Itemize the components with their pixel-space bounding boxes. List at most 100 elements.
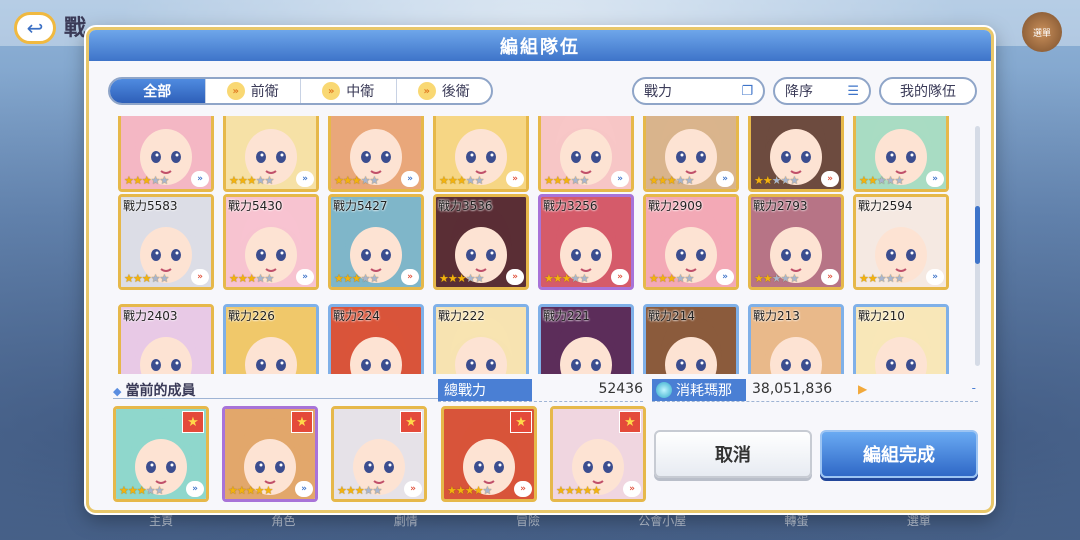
role-icon: » [716,171,734,187]
power-label: 戰力3536 [438,199,493,213]
chevron-icon: » [322,82,341,100]
character-card[interactable]: ★★★★★ » [223,116,319,192]
character-card[interactable]: 戰力3256 ★★★★★ » [538,194,634,290]
diamond-icon: ◆ [113,385,122,398]
nav-item: 轉蛋 [784,514,809,528]
power-label: 戰力221 [543,309,590,323]
star-badge-icon: ★ [182,411,204,433]
role-icon: » [821,269,839,285]
character-card[interactable]: ★★★★★ » [328,116,424,192]
team-member-slot[interactable]: ★ ★★★★★» [222,406,318,502]
character-card[interactable]: 戰力5430 ★★★★★ » [223,194,319,290]
team-member-slot[interactable]: ★ ★★★★★» [550,406,646,502]
star-rating: ★★★★★ [649,272,694,285]
team-member-slot[interactable]: ★ ★★★★★» [441,406,537,502]
role-icon: » [401,171,419,187]
character-card[interactable]: ★★★★★ » [433,116,529,192]
tab-middle[interactable]: » 中衛 [301,79,397,103]
star-rating: ★★★★★ [544,272,589,285]
back-arrow-icon: ↩ [26,16,44,40]
role-icon: » [611,269,629,285]
star-rating: ★★★★★ [859,174,904,187]
mana-cost-value: 38,051,836 [752,381,833,397]
role-icon: » [506,269,524,285]
back-button[interactable]: ↩ [14,12,56,44]
character-card[interactable]: ★★★★★ » [643,116,739,192]
page-title: 戰 [64,16,87,41]
chevron-icon: » [417,82,436,100]
role-icon: » [186,481,204,497]
star-rating: ★★★★★ [334,174,379,187]
character-card[interactable]: 戰力2403 [118,304,214,374]
character-card[interactable]: ★★★★★ » [748,116,844,192]
star-rating: ★★★★★ [124,174,169,187]
star-rating: ★★★★★ [556,484,601,497]
character-card[interactable]: 戰力5427 ★★★★★ » [328,194,424,290]
dropdown-icon: ❐ [741,83,753,99]
scrollbar[interactable] [975,126,980,366]
done-button[interactable]: 編組完成 [820,430,978,478]
character-card[interactable]: 戰力222 [433,304,529,374]
scroll-thumb[interactable] [975,206,980,264]
mana-cost: 消耗瑪那 38,051,836 ▶ - [652,379,978,402]
role-icon: » [295,481,313,497]
dialog-title: 編組隊伍 [89,30,991,61]
team-member-slot[interactable]: ★ ★★★★★» [331,406,427,502]
character-card[interactable]: 戰力221 [538,304,634,374]
tab-front[interactable]: » 前衛 [206,79,301,103]
star-rating: ★★★★★ [119,484,164,497]
sort-icon: ☰ [847,83,859,99]
character-card[interactable]: ★★★★★ » [853,116,949,192]
tab-back[interactable]: » 後衛 [397,79,492,103]
role-icon: » [296,269,314,285]
role-icon: » [926,171,944,187]
character-card[interactable]: 戰力224 [328,304,424,374]
star-rating: ★★★★★ [124,272,169,285]
power-label: 戰力5430 [228,199,283,213]
character-card[interactable]: 戰力2793 ★★★★★ » [748,194,844,290]
arrow-right-icon: ▶ [858,382,868,396]
power-label: 戰力2909 [648,199,703,213]
star-rating: ★★★★★ [544,174,589,187]
my-team-button[interactable]: 我的隊伍 [879,77,977,105]
character-card[interactable]: 戰力2594 ★★★★★ » [853,194,949,290]
star-rating: ★★★★★ [334,272,379,285]
star-rating: ★★★★★ [859,272,904,285]
character-card[interactable]: ★★★★★ » [118,116,214,192]
dash-icon: - [971,381,976,395]
cancel-button[interactable]: 取消 [654,430,812,478]
role-icon: » [404,481,422,497]
role-icon: » [716,269,734,285]
character-card[interactable]: 戰力214 [643,304,739,374]
power-label: 戰力2594 [858,199,913,213]
nav-item: 主頁 [149,514,174,528]
total-power-label: 總戰力 [438,379,532,401]
star-badge-icon: ★ [619,411,641,433]
power-label: 戰力214 [648,309,695,323]
position-tabs: 全部 » 前衛 » 中衛 » 後衛 [108,77,493,105]
power-label: 戰力5583 [123,199,178,213]
sort-order-button[interactable]: 降序 ☰ [773,77,871,105]
character-card[interactable]: ★★★★★ » [538,116,634,192]
role-icon: » [296,171,314,187]
team-member-slot[interactable]: ★ ★★★★★» [113,406,209,502]
star-rating: ★★★★★ [754,174,799,187]
chevron-icon: » [226,82,245,100]
star-rating: ★★★★★ [439,272,484,285]
menu-icon[interactable]: 選單 [1022,12,1062,52]
character-card[interactable]: 戰力2909 ★★★★★ » [643,194,739,290]
star-rating: ★★★★★ [228,484,273,497]
character-card[interactable]: 戰力213 [748,304,844,374]
character-card[interactable]: 戰力226 [223,304,319,374]
sort-field-button[interactable]: 戰力 ❐ [632,77,765,105]
role-icon: » [514,481,532,497]
character-card[interactable]: 戰力210 [853,304,949,374]
team-edit-dialog: 編組隊伍 全部 » 前衛 » 中衛 » 後衛 戰力 ❐ 降序 ☰ 我的隊伍 ★★★★★… [86,27,994,513]
star-rating: ★★★★★ [229,272,274,285]
character-card[interactable]: 戰力5583 ★★★★★ » [118,194,214,290]
character-card[interactable]: 戰力3536 ★★★★★ » [433,194,529,290]
tab-all[interactable]: 全部 [110,79,206,103]
role-icon: » [401,269,419,285]
total-power: 總戰力 52436 [438,379,643,402]
star-badge-icon: ★ [510,411,532,433]
